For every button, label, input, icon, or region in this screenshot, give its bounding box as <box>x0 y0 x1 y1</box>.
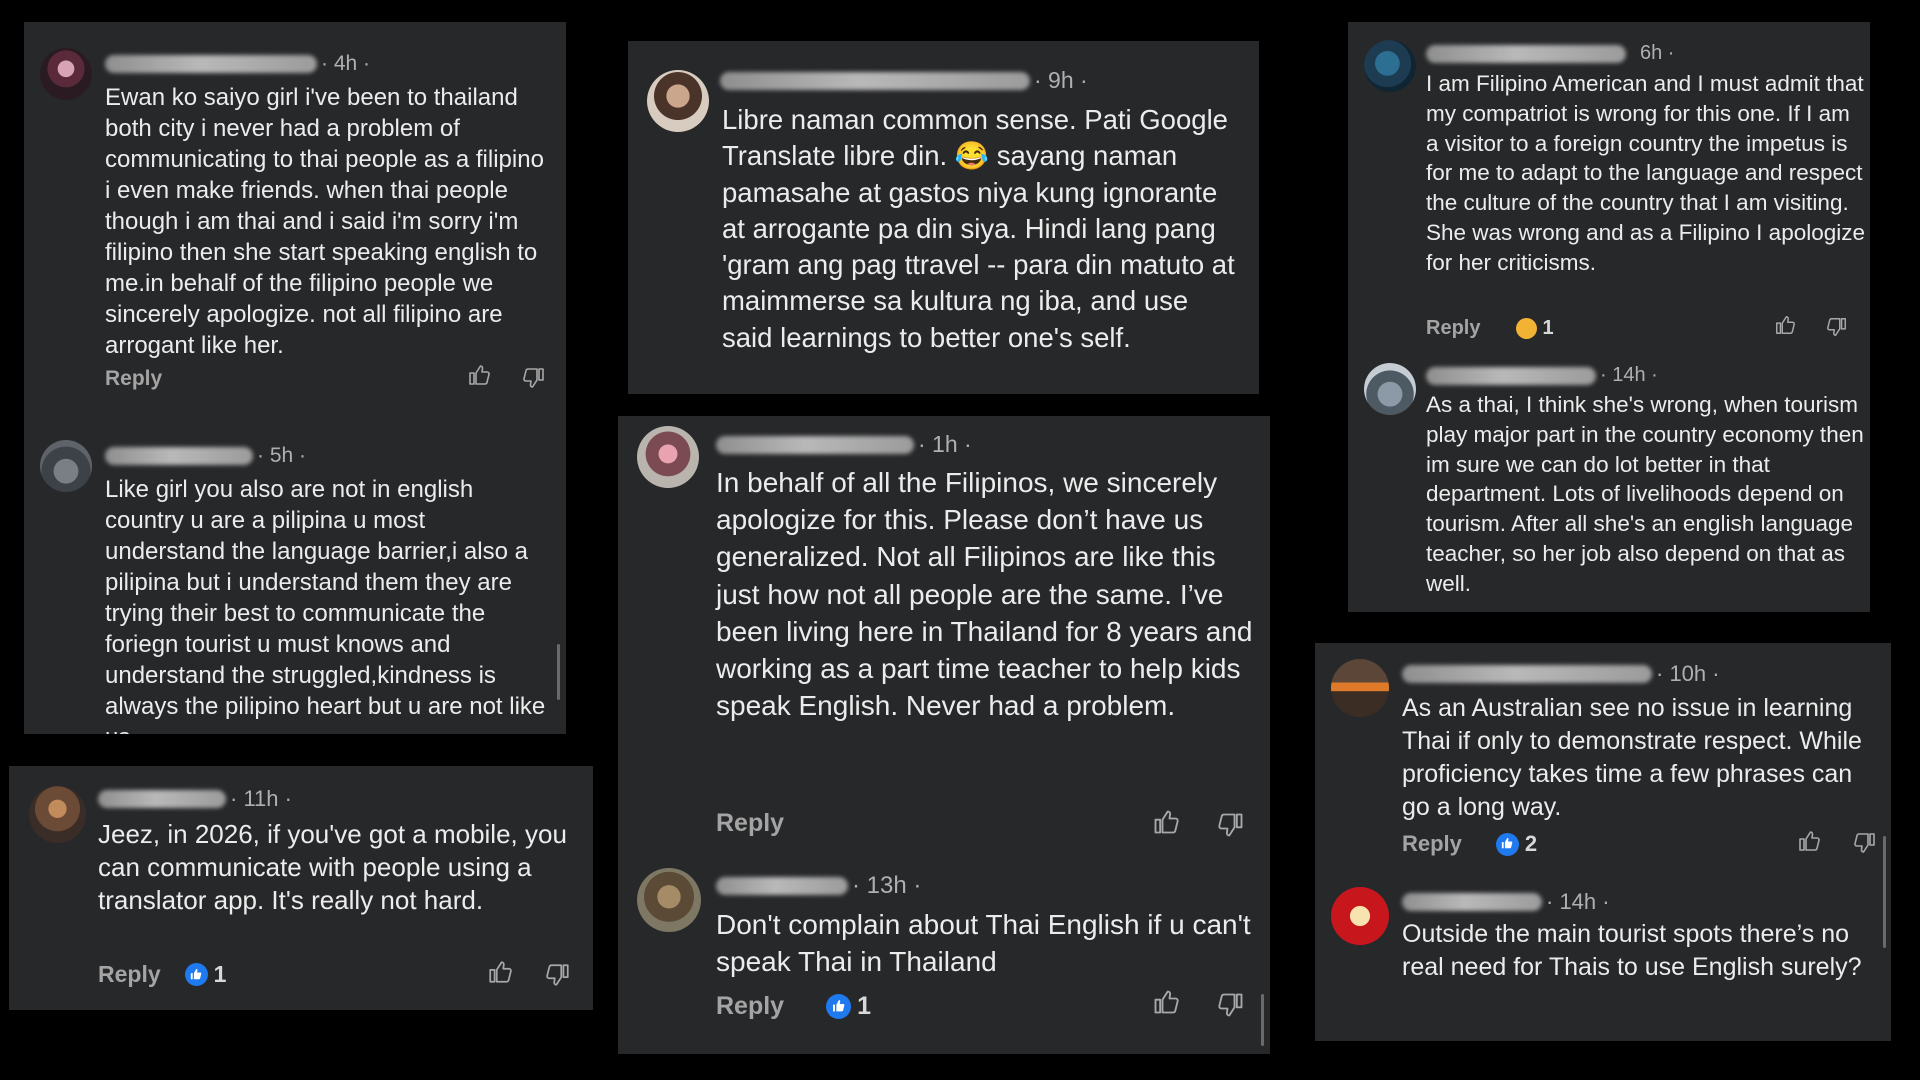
haha-reaction-icon <box>1516 318 1538 339</box>
reply-button[interactable]: Reply <box>716 809 784 838</box>
commenter-name-blurred[interactable] <box>1426 44 1626 63</box>
thumbs-up-icon[interactable] <box>467 363 491 387</box>
timestamp: · 13h · <box>852 872 922 899</box>
thumbs-down-icon[interactable] <box>545 962 571 988</box>
reaction-summary[interactable]: 2 <box>1495 831 1538 857</box>
like-reaction-icon <box>184 963 208 986</box>
reply-button[interactable]: Reply <box>1402 831 1462 857</box>
reaction-summary[interactable]: 1 <box>184 961 227 988</box>
comment-item: · 13h · Don't complain about Thai Englis… <box>618 860 1270 1054</box>
timestamp: · 1h · <box>918 431 972 457</box>
like-reaction-icon <box>1495 832 1519 856</box>
avatar[interactable] <box>40 48 92 100</box>
timestamp: · 14h · <box>1546 889 1610 914</box>
commenter-name-blurred[interactable] <box>1426 366 1596 385</box>
commenter-name-blurred[interactable] <box>716 877 848 895</box>
comment-item: · 14h · As a thai, I think she's wrong, … <box>1348 358 1870 612</box>
reaction-count: 2 <box>1524 831 1538 856</box>
thumbs-up-icon[interactable] <box>1797 829 1821 853</box>
thumbs-up-icon[interactable] <box>1774 314 1796 336</box>
thumbs-down-icon[interactable] <box>1826 316 1848 338</box>
timestamp: · 4h · <box>321 52 371 75</box>
comment-text: Don't complain about Thai English if u c… <box>716 909 1251 977</box>
commenter-name-blurred[interactable] <box>720 71 1030 90</box>
comment-item: · 10h · As an Australian see no issue in… <box>1315 643 1891 873</box>
timestamp: · 11h · <box>230 786 292 811</box>
reaction-count: 1 <box>213 961 227 987</box>
commenter-name-blurred[interactable] <box>105 447 253 465</box>
reply-button[interactable]: Reply <box>98 961 161 988</box>
avatar[interactable] <box>1364 40 1416 92</box>
reply-button[interactable]: Reply <box>1426 317 1480 340</box>
comment-item: 6h · I am Filipino American and I must a… <box>1348 22 1870 352</box>
thumbs-up-icon[interactable] <box>1152 808 1180 836</box>
comment-item: · 5h · Like girl you also are not in eng… <box>24 412 566 734</box>
comment-panel-5: 6h · I am Filipino American and I must a… <box>1348 22 1870 612</box>
thumbs-down-icon[interactable] <box>1853 831 1877 855</box>
commenter-name-blurred[interactable] <box>105 55 317 73</box>
thumbs-down-icon[interactable] <box>1217 991 1245 1019</box>
timestamp: · 5h · <box>257 444 307 467</box>
avatar[interactable] <box>1364 363 1416 415</box>
comment-item: · 14h · Outside the main tourist spots t… <box>1315 883 1891 1041</box>
commenter-name-blurred[interactable] <box>98 790 226 808</box>
comment-panel-2: · 11h · Jeez, in 2026, if you've got a m… <box>9 766 593 1010</box>
reaction-count: 1 <box>1542 317 1554 339</box>
avatar[interactable] <box>29 786 86 843</box>
reaction-count: 1 <box>857 992 871 1020</box>
reply-button[interactable]: Reply <box>716 992 784 1021</box>
avatar[interactable] <box>647 70 709 132</box>
reaction-summary[interactable]: 1 <box>826 992 871 1021</box>
comment-text: Libre naman common sense. Pati Google Tr… <box>722 104 1235 353</box>
comment-panel-4: · 1h · In behalf of all the Filipinos, w… <box>618 416 1270 1054</box>
comment-text: In behalf of all the Filipinos, we since… <box>716 467 1253 722</box>
like-reaction-icon <box>826 994 852 1019</box>
commenter-name-blurred[interactable] <box>1402 893 1542 911</box>
comment-text: I am Filipino American and I must admit … <box>1426 71 1866 275</box>
comment-text: Like girl you also are not in english co… <box>105 476 546 734</box>
timestamp: · 14h · <box>1600 364 1658 386</box>
scrollbar[interactable] <box>1883 836 1886 948</box>
comment-item: · 4h · Ewan ko saiyo girl i've been to t… <box>24 22 566 392</box>
avatar[interactable] <box>1331 887 1389 945</box>
comment-text: Jeez, in 2026, if you've got a mobile, y… <box>98 819 567 915</box>
comment-text: Ewan ko saiyo girl i've been to thailand… <box>105 84 544 359</box>
scrollbar[interactable] <box>1261 994 1264 1046</box>
comment-panel-3: · 9h · Libre naman common sense. Pati Go… <box>628 41 1259 394</box>
timestamp: 6h · <box>1640 42 1675 64</box>
timestamp: · 10h · <box>1656 661 1720 686</box>
avatar[interactable] <box>637 426 699 488</box>
thumbs-up-icon[interactable] <box>1152 988 1180 1016</box>
thumbs-down-icon[interactable] <box>1217 811 1245 839</box>
commenter-name-blurred[interactable] <box>1402 665 1652 683</box>
avatar[interactable] <box>1331 659 1389 717</box>
thumbs-up-icon[interactable] <box>487 959 513 985</box>
avatar[interactable] <box>637 868 701 932</box>
comment-panel-1: · 4h · Ewan ko saiyo girl i've been to t… <box>24 22 566 734</box>
scrollbar[interactable] <box>557 644 560 700</box>
commenter-name-blurred[interactable] <box>716 435 914 454</box>
reply-button[interactable]: Reply <box>105 367 162 391</box>
thumbs-down-icon[interactable] <box>522 366 546 390</box>
reaction-summary[interactable]: 1 <box>1516 317 1554 340</box>
comment-item: · 1h · In behalf of all the Filipinos, w… <box>618 416 1270 846</box>
avatar[interactable] <box>40 440 92 492</box>
comment-text: Outside the main tourist spots there’s n… <box>1402 920 1862 981</box>
comment-text: As a thai, I think she's wrong, when tou… <box>1426 392 1864 596</box>
timestamp: · 9h · <box>1034 67 1088 93</box>
comment-text: As an Australian see no issue in learnin… <box>1402 694 1862 821</box>
comment-panel-6: · 10h · As an Australian see no issue in… <box>1315 643 1891 1041</box>
